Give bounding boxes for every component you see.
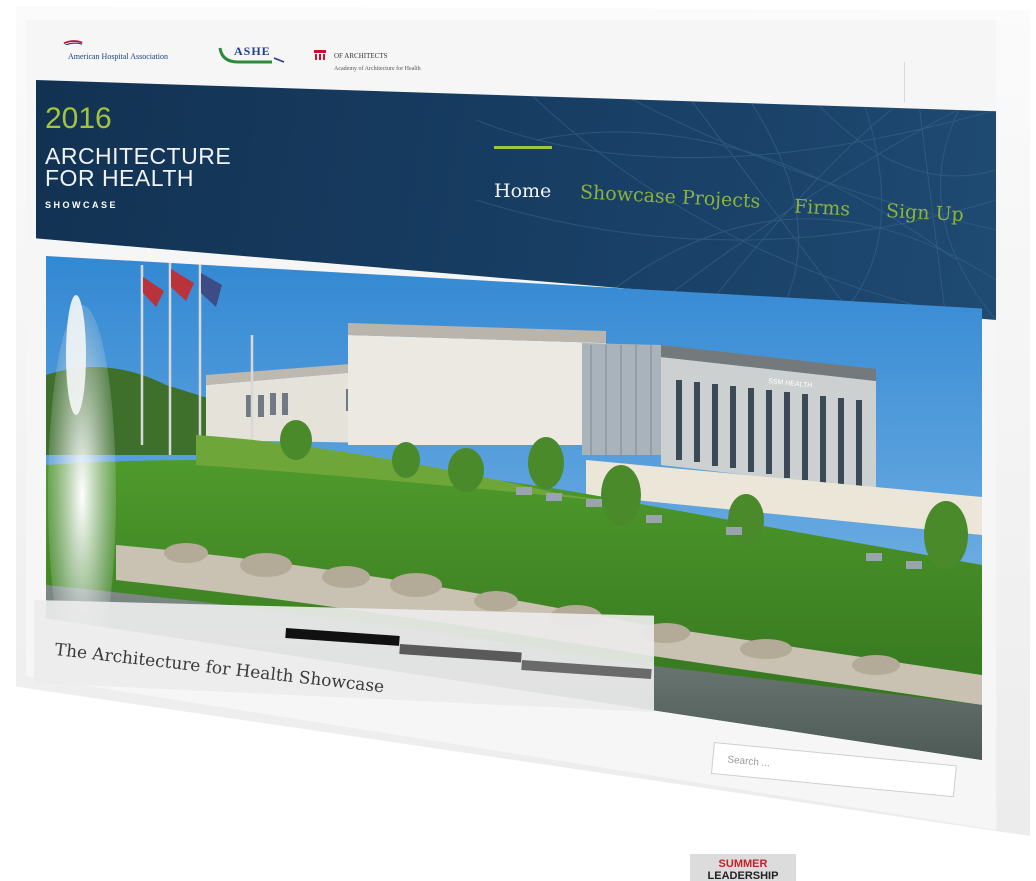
aia-logo-text[interactable]: OF ARCHITECTS [334,52,387,60]
brand-subtitle: SHOWCASE [45,200,119,210]
aia-logo-subtext: Academy of Architecture for Health [334,66,421,72]
header-divider [904,62,905,102]
badge-line1: SUMMER [718,858,768,870]
nav-item-firms[interactable]: Firms [793,196,850,221]
brand-title-line1: ARCHITECTURE [45,143,232,169]
brand-year: 2016 [45,102,112,135]
summer-leadership-badge[interactable]: SUMMER LEADERSHIP [690,854,796,881]
ashe-logo-text[interactable]: ASHE [234,44,271,59]
nav-active-indicator [494,146,552,149]
nav-item-home[interactable]: Home [494,180,551,202]
brand-title-line2: FOR HEALTH [45,165,194,191]
aia-logo-icon [314,50,326,60]
aha-logo-icon [63,40,83,45]
badge-line2: LEADERSHIP [707,870,779,881]
nav-item-sign-up[interactable]: Sign Up [885,200,964,226]
aha-logo-text[interactable]: American Hospital Association [68,52,168,61]
screenshot-stage: American Hospital Association ASHE OF AR… [0,0,1036,881]
